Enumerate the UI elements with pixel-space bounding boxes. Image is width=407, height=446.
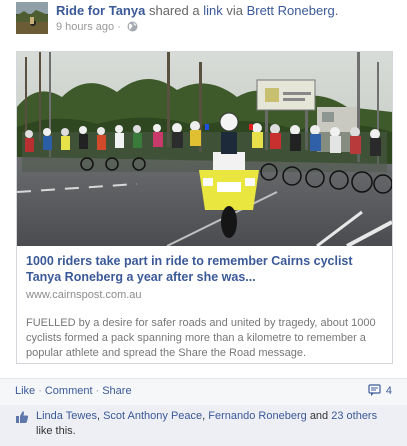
shared-text: shared a bbox=[148, 3, 200, 18]
like-button[interactable]: Like bbox=[15, 385, 35, 397]
story-header: Ride for Tanya shared a link via Brett R… bbox=[16, 2, 396, 36]
comma: , bbox=[202, 410, 206, 422]
like-this-text: like this. bbox=[36, 425, 76, 437]
comma: , bbox=[96, 410, 101, 422]
liker-link[interactable]: Scot Anthony Peace bbox=[103, 410, 202, 422]
period: . bbox=[334, 3, 339, 18]
page-avatar[interactable] bbox=[16, 2, 48, 34]
shared-link-card[interactable]: 1000 riders take part in ride to remembe… bbox=[16, 51, 393, 364]
thumbs-up-icon bbox=[15, 410, 29, 427]
article-photo[interactable] bbox=[17, 52, 392, 246]
article-description: FUELLED by a desire for safer roads and … bbox=[26, 317, 376, 359]
comment-bubble-icon bbox=[368, 384, 386, 397]
comment-button[interactable]: Comment bbox=[45, 385, 93, 397]
link-word[interactable]: link bbox=[203, 3, 223, 18]
page-name-link[interactable]: Ride for Tanya bbox=[56, 3, 145, 18]
liker-link[interactable]: Fernando Roneberg bbox=[208, 410, 306, 422]
article-title-link[interactable]: 1000 riders take part in ride to remembe… bbox=[26, 253, 386, 285]
others-link[interactable]: 23 others bbox=[331, 410, 377, 422]
separator: · bbox=[95, 385, 100, 397]
liker-link[interactable]: Linda Tewes bbox=[36, 410, 97, 422]
sharer-name-link[interactable]: Brett Roneberg bbox=[247, 3, 335, 18]
article-url: www.cairnspost.com.au bbox=[26, 289, 142, 301]
via-text: via bbox=[226, 3, 243, 18]
timestamp-link[interactable]: 9 hours ago bbox=[56, 21, 114, 33]
comment-count-link[interactable]: 4 bbox=[368, 384, 392, 397]
separator: · bbox=[38, 385, 42, 397]
timestamp-dot: · bbox=[117, 21, 121, 33]
and-text: and bbox=[309, 410, 329, 422]
likes-summary: Linda Tewes, Scot Anthony Peace, Fernand… bbox=[0, 405, 407, 446]
globe-icon[interactable] bbox=[127, 21, 138, 37]
share-button[interactable]: Share bbox=[102, 385, 131, 397]
comment-count: 4 bbox=[385, 385, 392, 397]
action-bar: Like · Comment · Share 4 bbox=[0, 378, 407, 405]
